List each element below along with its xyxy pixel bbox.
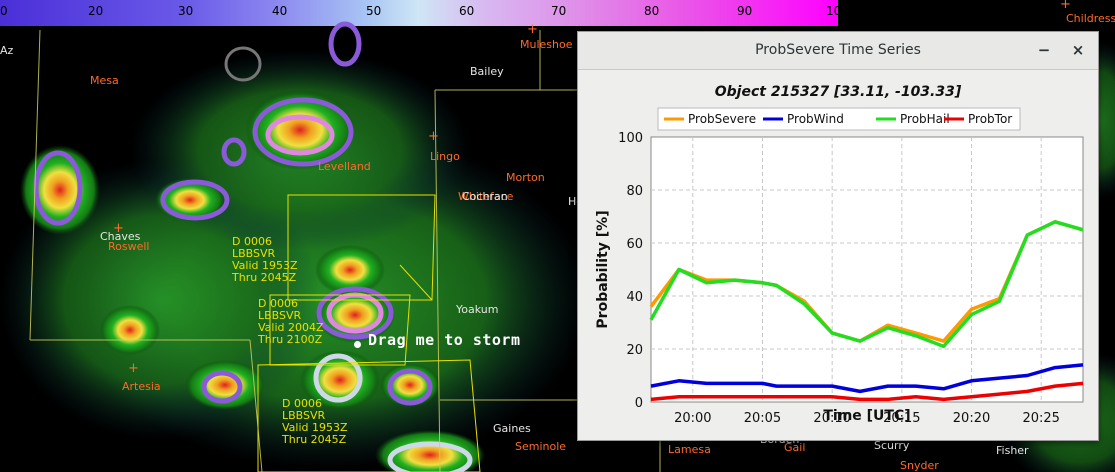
svg-text:+: +	[128, 361, 139, 376]
chart-title: Object 215327 [33.11, -103.33]	[715, 84, 962, 100]
y-axis-label: Probability [%]	[595, 210, 611, 328]
warning-line: Thru 2100Z	[258, 333, 323, 346]
county-label: Chaves	[100, 230, 141, 243]
minimize-button[interactable]: −	[1034, 40, 1054, 60]
probability-chart: Object 215327 [33.11, -103.33] ProbSevere…	[595, 84, 1084, 426]
color-bar-tick-label: 80	[644, 4, 660, 18]
legend-label: ProbTor	[968, 112, 1012, 126]
drag-handle[interactable]	[354, 341, 361, 348]
y-tick-label: 60	[626, 237, 643, 252]
warning-text-block: D 0006 LBBSVR Valid 1953Z Thru 2045Z	[282, 398, 348, 446]
place-label: Childress	[1066, 12, 1115, 25]
place-label: Mesa	[90, 74, 119, 87]
window-titlebar[interactable]: ProbSevere Time Series − ×	[578, 32, 1098, 70]
color-bar-tick-label: 50	[366, 4, 382, 18]
county-label: Bailey	[470, 65, 504, 78]
y-tick-label: 0	[635, 396, 643, 411]
plot-area	[650, 136, 1084, 403]
place-label: Lingo	[430, 150, 460, 163]
warning-text-block: D 0006 LBBSVR Valid 2004Z Thru 2100Z	[258, 298, 324, 346]
legend-label: ProbHail	[900, 112, 950, 126]
place-label: Morton	[506, 171, 545, 184]
y-tick-label: 40	[626, 290, 643, 305]
x-tick-label: 20:20	[953, 411, 990, 426]
color-bar-tick-label: 70	[551, 4, 567, 18]
color-bar-tick-label: 90	[737, 4, 753, 18]
x-axis-label: Time [UTC]	[823, 408, 910, 424]
warning-text-block: D 0006 LBBSVR Valid 1953Z Thru 2045Z	[232, 236, 298, 284]
y-tick-label: 100	[618, 131, 643, 146]
color-bar-tick-label: 60	[459, 4, 475, 18]
warning-line: Thru 2045Z	[282, 433, 347, 446]
x-tick-label: 20:05	[744, 411, 781, 426]
place-label: Snyder	[900, 459, 939, 472]
x-tick-label: 20:25	[1022, 411, 1059, 426]
county-label: Yoakum	[456, 303, 499, 316]
county-label: Az	[0, 44, 14, 57]
place-label: Seminole	[515, 440, 567, 453]
drag-hint[interactable]: Drag me to storm	[368, 331, 521, 349]
y-tick-label: 20	[626, 343, 643, 358]
y-tick-label: 80	[626, 184, 643, 199]
color-bar-tick-label: 0	[0, 4, 8, 18]
place-label: Artesia	[122, 380, 161, 393]
window-title: ProbSevere Time Series	[755, 42, 921, 58]
probsevere-window[interactable]: ProbSevere Time Series − × Object 215327…	[577, 31, 1099, 441]
color-bar	[0, 0, 838, 26]
color-bar-tick-label: 100	[826, 4, 849, 18]
county-label: Fisher	[996, 444, 1029, 457]
color-bar-tick-label: 40	[272, 4, 288, 18]
county-label: Cochran	[462, 190, 508, 203]
svg-text:+: +	[1060, 0, 1071, 12]
close-button[interactable]: ×	[1068, 40, 1088, 60]
x-tick-label: 20:00	[674, 411, 711, 426]
warning-line: Thru 2045Z	[232, 271, 297, 284]
place-label: Muleshoe	[520, 38, 573, 51]
place-label: Levelland	[318, 160, 371, 173]
legend-label: ProbSevere	[688, 112, 756, 126]
county-label: Gaines	[493, 422, 531, 435]
place-label: Lamesa	[668, 443, 711, 456]
svg-text:+: +	[527, 22, 538, 37]
color-bar-tick-label: 20	[88, 4, 104, 18]
legend-label: ProbWind	[787, 112, 844, 126]
svg-text:+: +	[428, 129, 439, 144]
color-bar-tick-label: 30	[178, 4, 194, 18]
